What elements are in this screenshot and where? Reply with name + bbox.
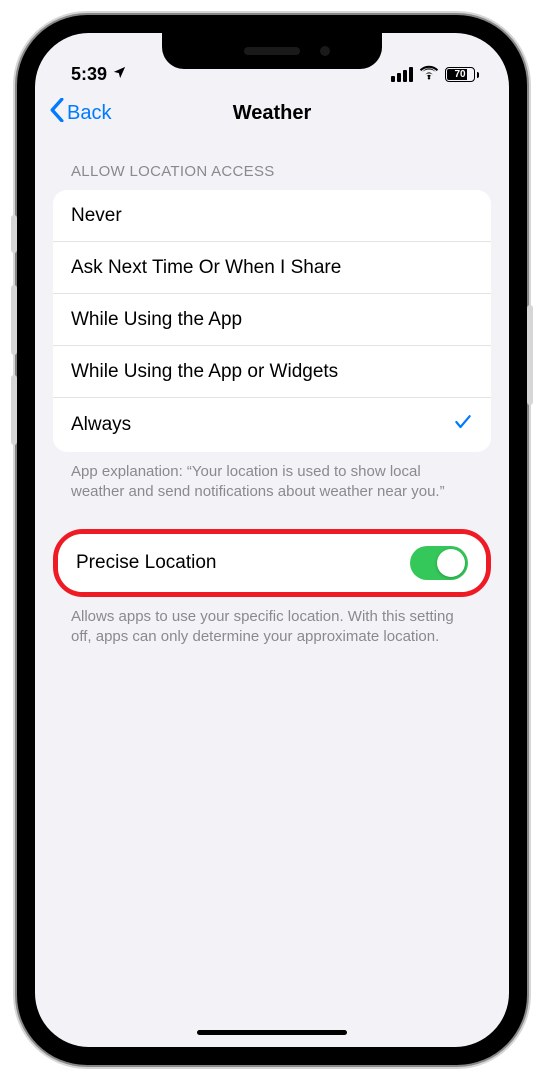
section-footer-app-explanation: App explanation: “Your location is used … [53, 452, 491, 503]
volume-down-button [11, 375, 17, 445]
checkmark-icon [453, 412, 473, 438]
row-label: Precise Location [76, 552, 216, 574]
option-label: While Using the App or Widgets [71, 361, 338, 383]
cellular-signal-icon [391, 67, 413, 82]
back-label: Back [67, 102, 111, 125]
option-label: Never [71, 205, 122, 227]
status-time: 5:39 [71, 64, 107, 85]
notch [162, 33, 382, 69]
section-footer-precise-location: Allows apps to use your specific locatio… [53, 597, 491, 648]
option-always[interactable]: Always [53, 398, 491, 452]
section-header-allow-location: ALLOW LOCATION ACCESS [53, 163, 491, 190]
back-button[interactable]: Back [49, 98, 111, 128]
location-access-group: Never Ask Next Time Or When I Share Whil… [53, 190, 491, 452]
option-ask-next-time[interactable]: Ask Next Time Or When I Share [53, 242, 491, 294]
volume-up-button [11, 285, 17, 355]
option-label: While Using the App [71, 309, 242, 331]
option-label: Ask Next Time Or When I Share [71, 257, 341, 279]
location-arrow-icon [112, 64, 127, 85]
home-indicator[interactable] [197, 1030, 347, 1035]
page-title: Weather [233, 102, 312, 125]
precise-location-group: Precise Location [58, 534, 486, 592]
power-button [527, 305, 533, 405]
navigation-bar: Back Weather [35, 87, 509, 139]
content: ALLOW LOCATION ACCESS Never Ask Next Tim… [35, 139, 509, 647]
screen: 5:39 70 Back [35, 33, 509, 1047]
option-while-using-app-or-widgets[interactable]: While Using the App or Widgets [53, 346, 491, 398]
battery-icon: 70 [445, 67, 479, 82]
option-while-using-app[interactable]: While Using the App [53, 294, 491, 346]
precise-location-toggle[interactable] [410, 546, 468, 580]
annotation-highlight: Precise Location [53, 529, 491, 597]
option-never[interactable]: Never [53, 190, 491, 242]
option-label: Always [71, 414, 131, 436]
phone-frame: 5:39 70 Back [17, 15, 527, 1065]
chevron-left-icon [49, 98, 65, 128]
silent-switch [11, 215, 17, 253]
precise-location-row[interactable]: Precise Location [58, 534, 486, 592]
wifi-icon [419, 64, 439, 85]
